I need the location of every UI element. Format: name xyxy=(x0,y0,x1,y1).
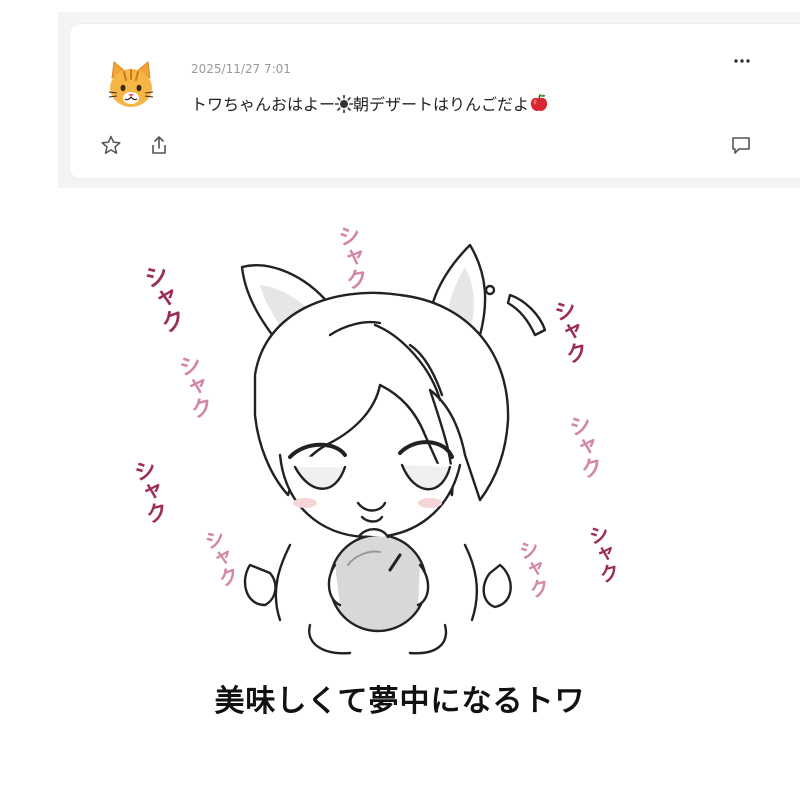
sfx-text: シャク xyxy=(513,537,552,601)
sfx-text: シャク xyxy=(548,297,589,367)
sfx-text: シャク xyxy=(583,522,622,586)
post-card: 2025/11/27 7:01 トワちゃんおはよー 朝デザートはりんごだよ xyxy=(70,24,800,178)
post-body: トワちゃんおはよー 朝デザートはりんごだよ xyxy=(191,91,549,115)
sfx-text: シャク xyxy=(199,526,242,591)
sfx-text: シャク xyxy=(333,223,369,292)
sfx-text: シャク xyxy=(563,412,604,482)
chibi-illustration: シャク シャク シャク シャク シャク シャク シャク シャク シャク xyxy=(130,223,622,655)
share-icon[interactable] xyxy=(148,134,170,156)
illustration-caption: 美味しくて夢中になるトワ xyxy=(214,684,586,719)
red-apple-icon xyxy=(530,94,548,111)
sfx-text: シャク xyxy=(137,260,188,337)
sfx-text: シャク xyxy=(173,352,214,422)
sun-icon xyxy=(335,95,354,113)
comment-icon[interactable] xyxy=(730,134,752,156)
chibi-character xyxy=(240,243,547,655)
post-timestamp: 2025/11/27 7:01 xyxy=(191,62,291,76)
star-icon[interactable] xyxy=(100,134,122,156)
cat-face-icon[interactable] xyxy=(106,60,156,110)
sfx-text: シャク xyxy=(130,457,169,527)
more-dots-icon[interactable] xyxy=(730,54,754,68)
post-text-part: トワちゃんおはよー xyxy=(191,95,336,114)
post-text-part: 朝デザートはりんごだよ xyxy=(353,95,530,114)
